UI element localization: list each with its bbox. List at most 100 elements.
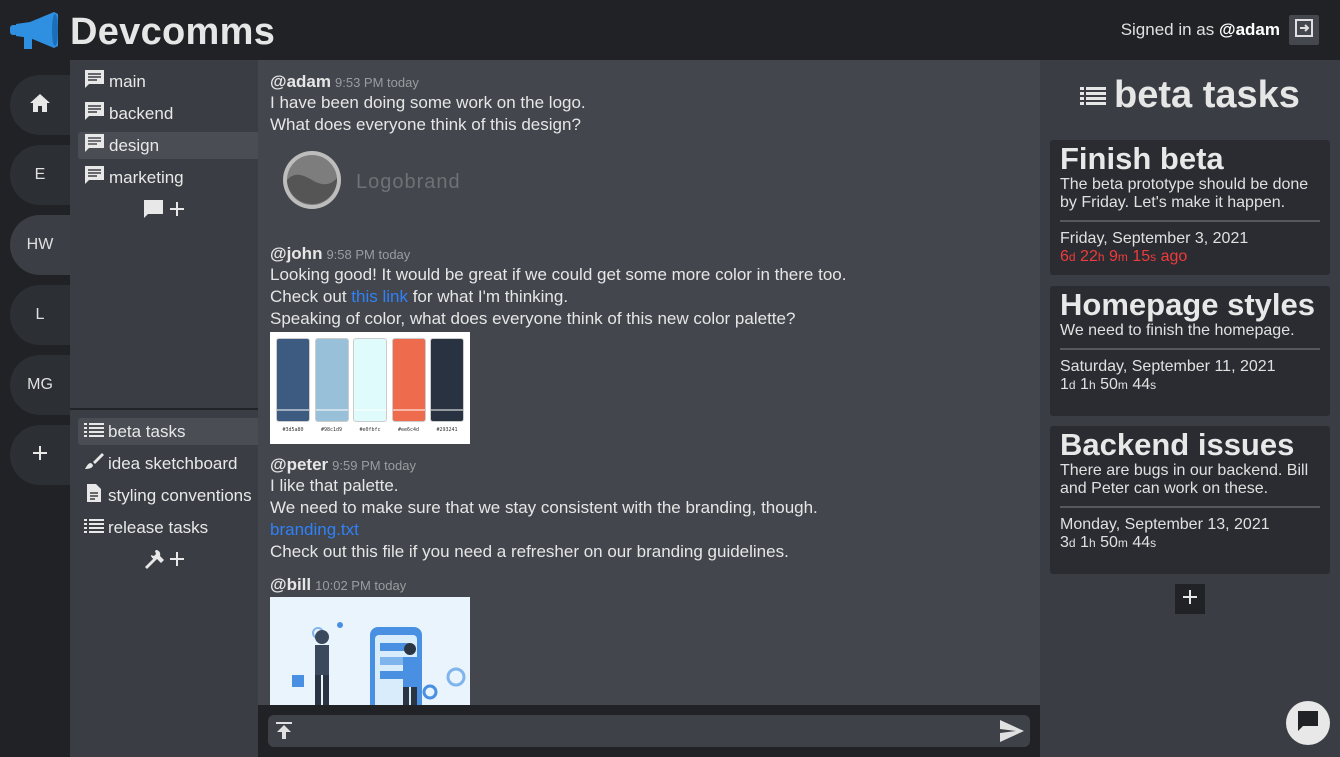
tool-idea-sketchboard[interactable]: idea sketchboard [78,450,258,477]
chat-icon [84,69,109,94]
task-title: Homepage styles [1060,287,1315,322]
channel-sidebar: main backend design marketing beta tasks… [70,60,258,757]
palette-swatch: #98c1d9 [314,338,349,438]
add-tool-button[interactable] [70,548,258,575]
chat-bubble-icon [1297,710,1319,737]
message-author[interactable]: @adam [270,72,331,91]
palette-label: #e0fbfc [359,427,381,433]
message-text: What does everyone think of this design? [270,115,581,134]
file-link[interactable]: branding.txt [270,519,818,541]
task-divider [1060,220,1320,222]
app-title: Devcomms [70,11,276,53]
logo-text: Logobrand [356,171,461,193]
countdown-minutes: 9 [1108,248,1118,265]
brand[interactable]: Devcomms [10,10,275,55]
logo-image[interactable]: Logobrand [270,150,586,215]
team-illustration-icon [292,622,466,705]
palette-image[interactable]: #3d5a80 #98c1d9 #e0fbfc #ee6c4d #293241 [270,332,470,444]
wrench-add-icon [142,548,186,575]
countdown-minutes: 50 [1100,534,1118,551]
task-card[interactable]: Finish beta The beta prototype should be… [1050,140,1330,275]
task-date: Saturday, September 11, 2021 [1060,358,1276,375]
unit-m: m [1117,536,1128,550]
message-author[interactable]: @bill [270,575,311,594]
unit-s: s [1150,378,1157,392]
countdown-days: 1 [1060,376,1069,393]
channel-label: marketing [109,167,184,187]
tool-label: idea sketchboard [108,453,238,473]
channel-backend[interactable]: backend [78,100,258,127]
unit-d: d [1068,250,1076,264]
task-description: We need to finish the homepage. [1060,322,1295,339]
palette-swatch: #293241 [430,338,464,438]
server-e[interactable]: E [10,145,70,205]
unit-s: s [1150,536,1157,550]
countdown-seconds: 44 [1132,376,1151,393]
tasks-title-label: beta tasks [1114,74,1300,116]
unit-s: s [1150,250,1157,264]
chat-icon [84,101,109,126]
channel-main[interactable]: main [78,68,258,95]
unit-m: m [1117,250,1128,264]
logo-mark-icon [282,150,342,215]
unit-h: h [1088,536,1096,550]
upload-icon[interactable] [276,722,292,745]
illustration-image[interactable] [270,597,470,705]
chat-fab-button[interactable] [1286,701,1330,745]
message-input[interactable] [268,715,1030,747]
task-card[interactable]: Homepage styles We need to finish the ho… [1050,286,1330,416]
message-time: 9:58 PM today [326,247,411,262]
message-text: We need to make sure that we stay consis… [270,498,818,517]
palette-label: #3d5a80 [282,427,304,433]
tasks-panel: beta tasks Finish beta The beta prototyp… [1040,60,1340,757]
server-l[interactable]: L [10,285,70,345]
message-author[interactable]: @peter [270,455,328,474]
task-countdown: 1d 1h 50m 44s [1060,376,1320,394]
channel-label: backend [109,103,174,123]
sidebar-divider [70,408,258,410]
palette-label: #98c1d9 [320,427,343,433]
tool-label: release tasks [108,517,209,537]
message-link[interactable]: this link [351,287,408,306]
tool-beta-tasks[interactable]: beta tasks [78,418,258,445]
message-author[interactable]: @john [270,244,322,263]
unit-d: d [1068,536,1076,550]
unit-h: h [1097,250,1105,264]
chat-add-icon [142,198,186,225]
document-icon [84,483,108,508]
palette-label: #ee6c4d [397,427,420,433]
server-mg[interactable]: MG [10,355,70,415]
palette-bar [277,409,309,411]
list-icon [84,422,108,442]
add-server-button[interactable] [10,425,70,485]
home-icon [30,93,50,117]
list-icon [84,518,108,538]
countdown-hours: 1 [1080,534,1089,551]
send-icon[interactable] [1000,720,1024,747]
logout-button[interactable] [1289,15,1319,45]
countdown-hours: 22 [1080,248,1098,265]
tool-styling-conventions[interactable]: styling conventions [78,482,258,509]
countdown-days: 3 [1060,534,1069,551]
palette-swatch: #3d5a80 [276,338,310,438]
countdown-suffix: ago [1160,248,1188,265]
palette-color [353,338,387,422]
task-card[interactable]: Backend issues There are bugs in our bac… [1050,426,1330,574]
task-divider [1060,348,1320,350]
home-button[interactable] [10,75,70,135]
tool-release-tasks[interactable]: release tasks [78,514,258,541]
add-channel-button[interactable] [70,198,258,225]
channel-marketing[interactable]: marketing [78,164,258,191]
message-john: @john 9:58 PM today Looking good! It woul… [270,244,846,444]
task-divider [1060,506,1320,508]
countdown-seconds: 15 [1132,248,1151,265]
channel-design[interactable]: design [78,132,258,159]
server-hw[interactable]: HW [10,215,70,275]
top-bar: Devcomms Signed in as @adam [0,0,1340,60]
plus-icon [1183,589,1197,609]
task-title: Finish beta [1060,141,1224,176]
palette-swatch: #ee6c4d [391,338,426,438]
text-fragment: Check out [270,287,347,306]
task-description: The beta prototype should be done by Fri… [1060,176,1309,211]
add-task-button[interactable] [1175,584,1205,614]
